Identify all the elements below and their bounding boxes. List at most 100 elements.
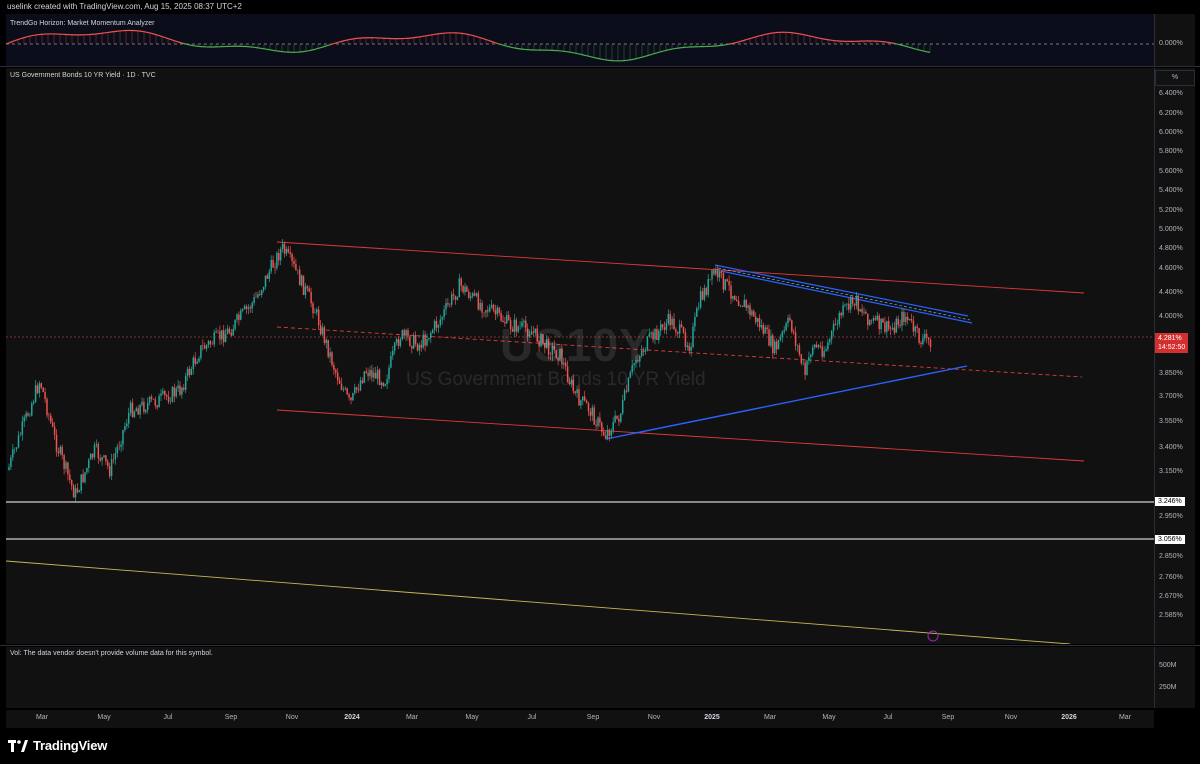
oscillator-line-segment xyxy=(29,34,34,37)
tradingview-logo[interactable]: TradingView xyxy=(8,738,107,753)
oscillator-line-segment xyxy=(335,41,340,44)
oscillator-line-segment xyxy=(11,40,16,43)
oscillator-line-segment xyxy=(815,36,820,39)
oscillator-line-segment xyxy=(806,34,811,37)
price-tick: 3.400% xyxy=(1159,444,1183,451)
oscillator-line-segment xyxy=(737,40,742,43)
oscillator-line-segment xyxy=(467,33,472,36)
price-tick: 5.000% xyxy=(1159,226,1183,233)
oscillator-line-segment xyxy=(755,35,760,38)
oscillator-line-segment xyxy=(152,33,157,36)
oscillator-line-segment xyxy=(911,47,916,50)
top-bar: uselink created with TradingView.com, Au… xyxy=(0,0,1200,14)
last-price-flag: 4.281% 14:52:50 xyxy=(1155,333,1189,353)
time-axis-label: Mar xyxy=(405,714,419,721)
oscillator-line-segment xyxy=(269,49,274,51)
time-axis-label: Mar xyxy=(763,714,777,721)
oscillator-line-segment xyxy=(569,51,574,54)
price-tick: 3.550% xyxy=(1159,418,1183,425)
price-tick: 5.600% xyxy=(1159,168,1183,175)
oscillator-line-segment xyxy=(263,48,268,50)
oscillator-line-segment xyxy=(503,44,508,47)
oscillator-line-segment xyxy=(146,31,151,34)
oscillator-line-segment xyxy=(311,48,316,51)
footer xyxy=(0,728,1200,764)
oscillator-line-segment xyxy=(314,47,319,50)
oscillator-line-segment xyxy=(176,41,181,44)
oscillator-line-segment xyxy=(470,34,475,37)
oscillator-line-segment xyxy=(593,56,598,59)
oscillator-line-segment xyxy=(743,38,748,41)
channel-upper xyxy=(276,241,1085,294)
pane-separator[interactable] xyxy=(0,66,1200,67)
oscillator-line-segment xyxy=(575,52,580,55)
time-axis-label: Jul xyxy=(883,714,893,721)
time-axis-label: Sep xyxy=(941,714,955,721)
oscillator-line-segment xyxy=(668,48,673,51)
oscillator-line-segment xyxy=(158,34,163,38)
oscillator-line-segment xyxy=(800,33,805,36)
oscillator-line-segment xyxy=(650,53,655,56)
price-tick: 4.600% xyxy=(1159,265,1183,272)
resistance-trendline xyxy=(720,270,973,324)
time-axis[interactable] xyxy=(6,710,1154,728)
oscillator-title[interactable]: TrendGo Horizon: Market Momentum Analyze… xyxy=(10,20,154,27)
volume-tick: 500M xyxy=(1159,662,1177,669)
oscillator-line-segment xyxy=(464,33,469,35)
price-tick: 2.850% xyxy=(1159,553,1183,560)
oscillator-line-segment xyxy=(803,34,808,36)
oscillator-line-segment xyxy=(143,31,148,33)
price-tick: 6.000% xyxy=(1159,129,1183,136)
symbol-legend[interactable]: US Government Bonds 10 YR Yield · 1D · T… xyxy=(10,72,156,79)
oscillator-line-segment xyxy=(632,58,637,60)
time-axis-label: 2024 xyxy=(344,714,360,721)
oscillator-line-segment xyxy=(587,55,592,58)
oscillator-line-segment xyxy=(893,42,898,45)
volume-tick: 250M xyxy=(1159,684,1177,691)
oscillator-line-segment xyxy=(488,40,493,43)
oscillator-line-segment xyxy=(761,33,766,36)
price-tick: 2.950% xyxy=(1159,513,1183,520)
countdown: 14:52:50 xyxy=(1158,344,1186,351)
oscillator-line-segment xyxy=(725,43,730,46)
brand-name: TradingView xyxy=(33,738,108,753)
price-tick: 5.400% xyxy=(1159,187,1183,194)
time-axis-label: Nov xyxy=(647,714,661,721)
percent-scale-button[interactable]: % xyxy=(1155,70,1195,86)
time-axis-label: Jul xyxy=(163,714,173,721)
price-tick: 2.585% xyxy=(1159,612,1183,619)
price-tick: 3.700% xyxy=(1159,393,1183,400)
oscillator-line-segment xyxy=(917,49,922,52)
oscillator-line-segment xyxy=(494,42,499,45)
price-tick: 4.400% xyxy=(1159,289,1183,296)
time-axis-label: Sep xyxy=(224,714,238,721)
watermark-name: US Government Bonds 10 YR Yield xyxy=(406,369,706,390)
time-axis-label: May xyxy=(822,714,836,721)
oscillator-line-segment xyxy=(767,32,772,35)
time-axis-label: Sep xyxy=(586,714,600,721)
oscillator-line-segment xyxy=(476,36,481,39)
resistance-trendline-dash xyxy=(717,267,971,321)
oscillator-line-segment xyxy=(341,39,346,42)
pane-separator[interactable] xyxy=(0,645,1200,646)
oscillator-line-segment xyxy=(185,43,190,46)
oscillator-line-segment xyxy=(23,36,28,39)
oscillator-line-segment xyxy=(824,38,829,41)
oscillator-pane[interactable] xyxy=(5,14,1154,66)
price-tick: 2.760% xyxy=(1159,574,1183,581)
volume-scale[interactable] xyxy=(1154,647,1195,708)
oscillator-line-segment xyxy=(305,50,310,52)
oscillator-line-segment xyxy=(308,49,313,52)
time-axis-label: Nov xyxy=(285,714,299,721)
time-axis-label: Jul xyxy=(527,714,537,721)
oscillator-line-segment xyxy=(923,50,928,53)
price-tick: 5.200% xyxy=(1159,207,1183,214)
oscillator-line-segment xyxy=(425,34,430,37)
oscillator-line-segment xyxy=(149,32,154,35)
time-axis-label: Nov xyxy=(1004,714,1018,721)
oscillator-line-segment xyxy=(599,58,604,61)
price-tick: 5.800% xyxy=(1159,148,1183,155)
tradingview-logo-icon xyxy=(8,739,28,752)
oscillator-line-segment xyxy=(662,49,667,52)
long-trend-line xyxy=(5,560,1071,645)
